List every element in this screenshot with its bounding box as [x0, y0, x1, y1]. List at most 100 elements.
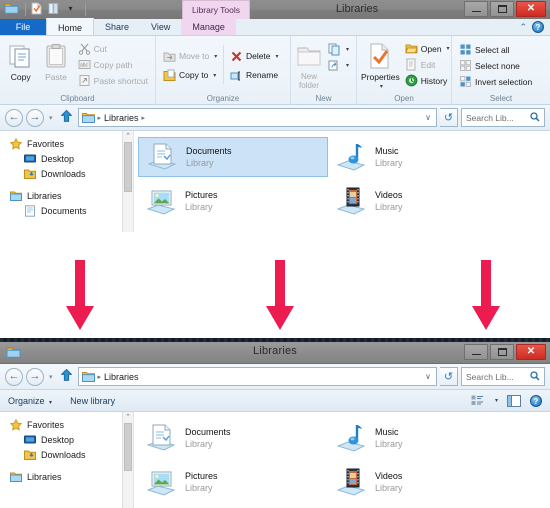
new-library-button[interactable]: New library [70, 396, 115, 406]
search-input[interactable]: Search Lib... [461, 108, 545, 127]
navigation-pane-bottom[interactable]: Favorites Desktop Downloads Libraries ⌃ [0, 412, 134, 508]
address-dropdown-icon[interactable]: ∨ [425, 372, 433, 381]
breadcrumb-libraries[interactable]: Libraries [104, 113, 139, 123]
copy-path-button[interactable]: abc Copy path [75, 57, 151, 72]
organize-button[interactable]: Organize ▾ [8, 396, 52, 406]
maximize-button[interactable] [490, 1, 514, 17]
scroll-up-icon[interactable]: ⌃ [123, 412, 133, 423]
navigation-pane-scrollbar[interactable]: ⌃ [122, 412, 133, 508]
move-to-caret-icon[interactable]: ▾ [214, 53, 217, 60]
file-item-music[interactable]: Music Library [328, 418, 518, 458]
view-caret-icon[interactable]: ▾ [495, 397, 498, 404]
help-icon[interactable]: ? [530, 394, 542, 407]
address-bar[interactable]: ▸ Libraries ▸ ∨ [77, 108, 437, 127]
paste-shortcut-button[interactable]: Paste shortcut [75, 73, 151, 88]
open-button[interactable]: Open ▾ [402, 41, 453, 56]
breadcrumb-libraries[interactable]: Libraries [104, 372, 139, 382]
tab-home[interactable]: Home [46, 18, 95, 35]
history-button[interactable]: History [402, 73, 453, 88]
easy-access-button[interactable]: ▾ [325, 58, 352, 73]
tab-share[interactable]: Share [94, 19, 140, 35]
tab-view[interactable]: View [140, 19, 181, 35]
tab-manage[interactable]: Manage [181, 19, 236, 35]
file-item-videos[interactable]: Videos Library [328, 181, 518, 221]
breadcrumb-sep-1[interactable]: ▸ [142, 114, 146, 122]
sidebar-item-desktop[interactable]: Desktop [0, 432, 133, 447]
edit-button[interactable]: Edit [402, 57, 453, 72]
recent-locations-icon[interactable]: ▾ [47, 114, 55, 122]
forward-button[interactable]: → [26, 108, 44, 127]
navigation-pane-top[interactable]: Favorites Desktop Downloads Libraries Do… [0, 131, 134, 232]
close-button[interactable]: ✕ [516, 344, 546, 360]
minimize-button[interactable] [464, 344, 488, 360]
scrollbar-thumb[interactable] [124, 142, 132, 192]
easy-access-caret-icon[interactable]: ▾ [346, 62, 349, 69]
sidebar-item-favorites[interactable]: Favorites [0, 417, 133, 432]
sidebar-item-documents[interactable]: Documents [0, 203, 133, 218]
file-list-top[interactable]: Documents Library Music Library Pictures… [134, 131, 550, 232]
new-folder-qat-icon[interactable] [47, 2, 60, 16]
address-bar[interactable]: ▸ Libraries ∨ [77, 367, 437, 386]
delete-caret-icon[interactable]: ▾ [276, 53, 279, 60]
sidebar-item-downloads[interactable]: Downloads [0, 447, 133, 462]
help-icon[interactable]: ? [532, 21, 544, 33]
refresh-button[interactable]: ↺ [440, 367, 458, 386]
select-none-button[interactable]: Select none [456, 58, 535, 73]
svg-text:abc: abc [80, 63, 89, 69]
sidebar-item-desktop[interactable]: Desktop [0, 151, 133, 166]
scrollbar-thumb[interactable] [124, 423, 132, 471]
address-dropdown-icon[interactable]: ∨ [425, 113, 433, 122]
recent-locations-icon[interactable]: ▾ [47, 373, 55, 381]
properties-caret-icon[interactable]: ▾ [380, 82, 383, 92]
file-item-music[interactable]: Music Library [328, 137, 518, 177]
copy-to-button[interactable]: Copy to ▾ [160, 66, 221, 84]
customize-qat-icon[interactable]: ▾ [64, 2, 77, 16]
change-view-icon[interactable] [471, 395, 484, 407]
ribbon-tabstrip[interactable]: File Home Share View Manage ⌃ ? [0, 18, 550, 36]
refresh-button[interactable]: ↺ [440, 108, 458, 127]
up-button[interactable] [58, 109, 75, 125]
new-folder-button[interactable]: New folder [295, 39, 323, 90]
open-caret-icon[interactable]: ▾ [447, 45, 450, 52]
file-list-bottom[interactable]: Documents Library Music Library Pictures… [134, 412, 550, 508]
properties-button[interactable]: Properties ▾ [361, 39, 400, 92]
paste-button[interactable]: Paste [39, 39, 72, 82]
quick-access-toolbar[interactable]: ▾ [4, 2, 86, 16]
up-button[interactable] [58, 368, 75, 384]
file-item-videos[interactable]: Videos Library [328, 462, 518, 502]
sidebar-item-favorites[interactable]: Favorites [0, 136, 133, 151]
forward-button[interactable]: → [26, 367, 44, 386]
sidebar-item-libraries[interactable]: Libraries [0, 188, 133, 203]
minimize-button[interactable] [464, 1, 488, 17]
scroll-up-icon[interactable]: ⌃ [123, 131, 133, 142]
copy-button[interactable]: Copy [4, 39, 37, 82]
tab-file[interactable]: File [0, 19, 46, 35]
file-item-pictures[interactable]: Pictures Library [138, 462, 328, 502]
properties-qat-icon[interactable] [30, 2, 43, 16]
move-to-button[interactable]: Move to ▾ [160, 47, 221, 65]
navigation-pane-scrollbar[interactable]: ⌃ [122, 131, 133, 232]
new-item-button[interactable]: ▾ [325, 42, 352, 57]
delete-button[interactable]: Delete ▾ [227, 47, 286, 65]
file-item-pictures[interactable]: Pictures Library [138, 181, 328, 221]
preview-pane-icon[interactable] [507, 394, 521, 407]
back-button[interactable]: ← [5, 108, 23, 127]
invert-selection-button[interactable]: Invert selection [456, 74, 535, 89]
search-input[interactable]: Search Lib... [461, 367, 545, 386]
copy-to-caret-icon[interactable]: ▾ [213, 72, 216, 79]
caption-buttons-top[interactable]: ✕ [464, 1, 546, 17]
cut-button[interactable]: Cut [75, 41, 151, 56]
back-button[interactable]: ← [5, 367, 23, 386]
sidebar-item-libraries[interactable]: Libraries [0, 469, 133, 484]
file-item-documents[interactable]: Documents Library [138, 418, 328, 458]
select-all-button[interactable]: Select all [456, 42, 535, 57]
organize-caret-icon[interactable]: ▾ [49, 400, 52, 406]
collapse-ribbon-icon[interactable]: ⌃ [519, 22, 527, 33]
file-item-documents[interactable]: Documents Library [138, 137, 328, 177]
rename-button[interactable]: Rename [227, 66, 286, 84]
caption-buttons-bottom[interactable]: ✕ [464, 344, 546, 360]
sidebar-item-downloads[interactable]: Downloads [0, 166, 133, 181]
new-item-caret-icon[interactable]: ▾ [346, 46, 349, 53]
maximize-button[interactable] [490, 344, 514, 360]
close-button[interactable]: ✕ [516, 1, 546, 17]
